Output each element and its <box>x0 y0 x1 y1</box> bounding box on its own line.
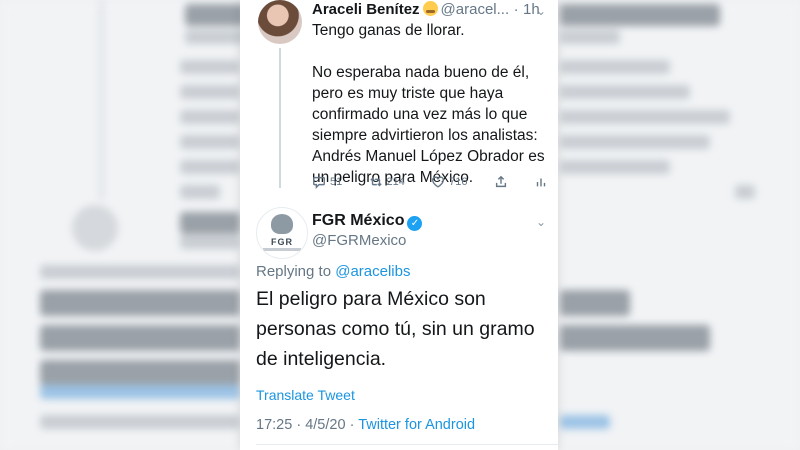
like-count: 716 <box>449 176 468 188</box>
parent-tweet-header: Araceli Benítez @aracel... · 1h <box>312 1 540 19</box>
retweet-button[interactable]: 214 <box>369 175 405 189</box>
meta-separator: · <box>349 417 355 433</box>
text-line: pero es muy triste que haya <box>312 85 504 102</box>
tweet-time[interactable]: 17:25 <box>256 417 292 433</box>
meta-separator: · <box>296 417 302 433</box>
tweet-meta: 17:25 · 4/5/20 · Twitter for Android <box>256 417 475 433</box>
logo-subtitle-bar <box>263 248 301 251</box>
chevron-down-icon[interactable]: ⌄ <box>536 4 546 18</box>
main-tweet-header: FGR México ✓ <box>312 212 423 231</box>
crying-emoji-icon <box>422 1 438 16</box>
heart-icon <box>432 176 445 188</box>
replying-to-user-link[interactable]: @aracelibs <box>335 263 410 280</box>
author-handle[interactable]: @FGRMexico <box>312 232 406 249</box>
separator: · <box>513 1 519 18</box>
logo-text: FGR <box>271 237 293 247</box>
tweet-actions: 51 214 716 <box>312 175 548 189</box>
translate-tweet-link[interactable]: Translate Tweet <box>256 387 355 403</box>
text-line: El peligro para México son <box>256 288 486 310</box>
fgr-avatar[interactable]: FGR <box>256 207 308 259</box>
verified-badge-icon: ✓ <box>407 216 423 231</box>
avatar[interactable] <box>258 0 302 44</box>
text-line: de inteligencia. <box>256 348 387 370</box>
reply-button[interactable]: 51 <box>312 175 342 189</box>
text-line: siempre advirtieron los analistas: <box>312 127 538 144</box>
reply-count: 51 <box>330 176 343 188</box>
text-line: confirmado una vez más lo que <box>312 106 528 123</box>
thread-line <box>279 48 281 188</box>
share-button[interactable] <box>494 175 508 189</box>
replying-to-label: Replying to <box>256 263 332 280</box>
analytics-icon <box>536 178 546 187</box>
tweet-source-link[interactable]: Twitter for Android <box>358 417 475 433</box>
tweet-date[interactable]: 4/5/20 <box>305 417 345 433</box>
retweet-icon <box>369 177 382 187</box>
author-name[interactable]: Araceli Benítez <box>312 1 420 18</box>
analytics-button[interactable] <box>534 175 548 189</box>
reply-icon <box>313 176 325 189</box>
parent-tweet-text: Tengo ganas de llorar. No esperaba nada … <box>312 20 552 188</box>
main-tweet-text: El peligro para México son personas como… <box>256 284 556 374</box>
retweet-count: 214 <box>386 176 405 188</box>
chevron-down-icon[interactable]: ⌄ <box>536 215 546 229</box>
share-icon <box>495 175 506 188</box>
text-line: Tengo ganas de llorar. <box>312 22 465 39</box>
tweet-card: Araceli Benítez @aracel... · 1h ⌄ Tengo g… <box>240 0 558 450</box>
author-handle[interactable]: @aracel... <box>441 1 510 18</box>
text-line: No esperaba nada bueno de él, <box>312 64 530 81</box>
like-button[interactable]: 716 <box>431 175 467 189</box>
text-line: personas como tú, sin un gramo <box>256 318 535 340</box>
divider <box>256 444 558 445</box>
author-name[interactable]: FGR México <box>312 212 404 229</box>
replying-to: Replying to @aracelibs <box>256 263 410 280</box>
seal-icon <box>271 214 293 234</box>
text-line <box>312 41 552 62</box>
text-line: Andrés Manuel López Obrador es <box>312 148 545 165</box>
